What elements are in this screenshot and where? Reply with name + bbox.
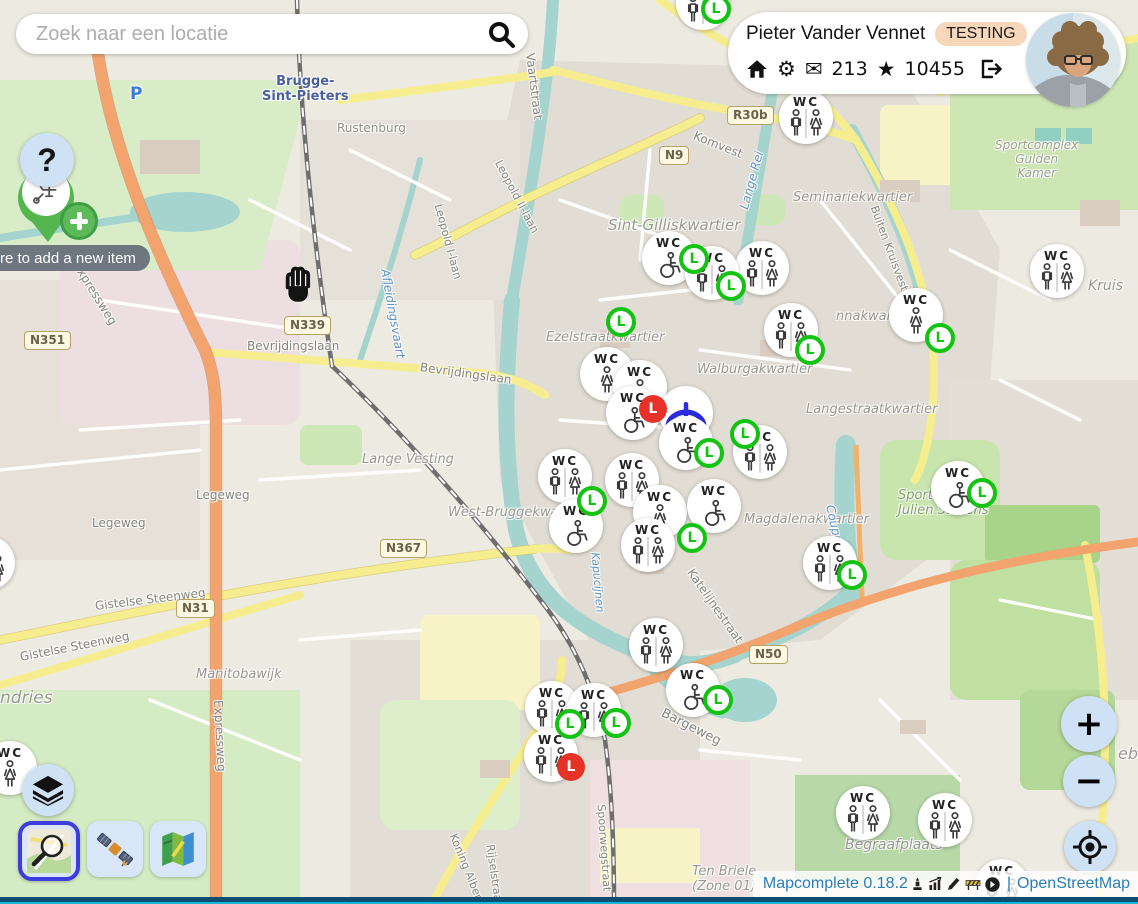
marker-wc-label: WC	[889, 293, 943, 307]
toilet-marker[interactable]: WCL	[659, 416, 713, 470]
zoom-in-button[interactable]: +	[1061, 696, 1117, 752]
style-map-button[interactable]	[150, 821, 206, 877]
toilet-marker[interactable]: WC	[1030, 244, 1084, 298]
changes-count: 10455	[905, 58, 965, 80]
opening-hours-badge: L	[703, 685, 733, 715]
pencil-icon[interactable]	[947, 877, 961, 891]
map-icon	[158, 829, 198, 869]
tooltip-text: re to add a new item	[0, 250, 136, 267]
opening-hours-badge: L	[677, 523, 707, 553]
opening-hours-badge: L	[577, 486, 607, 516]
opening-hours-badge: L	[925, 323, 955, 353]
logout-icon[interactable]	[980, 59, 1002, 79]
style-satellite-button[interactable]	[87, 821, 143, 877]
toilet-marker[interactable]: WC	[779, 90, 833, 144]
chart-icon[interactable]	[928, 877, 943, 891]
toilet-marker[interactable]: WC	[621, 518, 675, 572]
mail-icon[interactable]: ✉	[805, 59, 823, 80]
toilet-marker[interactable]: WCL	[931, 461, 985, 515]
toilet-marker[interactable]: WCL	[666, 663, 720, 717]
osm-link[interactable]: OpenStreetMap	[1017, 875, 1130, 893]
toilet-marker[interactable]: WC	[0, 536, 15, 590]
star-icon: ★	[877, 59, 896, 80]
mapcomplete-app: PBrugge- Sint-PietersRustenburgVaartstra…	[0, 0, 1138, 904]
toilet-marker[interactable]: WC	[918, 793, 972, 847]
marker-wc-label: WC	[567, 688, 621, 702]
search-icon[interactable]	[486, 19, 516, 49]
toilet-marker[interactable]: WCL	[803, 536, 857, 590]
opening-hours-badge: L	[601, 708, 631, 738]
geolocate-icon	[1073, 830, 1107, 864]
plus-icon	[60, 202, 98, 240]
home-icon[interactable]	[746, 59, 768, 79]
search-input[interactable]	[34, 22, 486, 47]
marker-wc-label: WC	[836, 791, 890, 805]
marker-wc-label: WC	[538, 454, 592, 468]
messages-count: 213	[831, 58, 867, 80]
opening-hours-badge: L	[639, 395, 667, 423]
marker-wc-label: WC	[659, 421, 713, 435]
gear-icon[interactable]: ⚙	[777, 59, 796, 80]
marker-wc-label: WC	[735, 246, 789, 260]
zoom-out-button[interactable]: −	[1063, 755, 1115, 807]
marker-wc-label: WC	[666, 668, 720, 682]
question-mark: ?	[37, 142, 57, 179]
hand-cursor-icon	[278, 264, 316, 306]
avatar[interactable]	[1026, 13, 1120, 107]
attribution-bar: Mapcomplete 0.18.2 | OpenStreetMap	[753, 871, 1138, 897]
user-name: Pieter Vander Vennet	[746, 23, 925, 45]
marker-wc-label: WC	[605, 458, 659, 472]
marker-wc-label: WC	[687, 484, 741, 498]
statue-icon[interactable]	[911, 877, 924, 892]
opening-hours-badge: L	[606, 307, 636, 337]
opening-hours-badge: L	[694, 438, 724, 468]
marker-wc-label: WC	[1030, 249, 1084, 263]
marker-wc-label: WC	[779, 95, 833, 109]
testing-badge: TESTING	[935, 22, 1026, 46]
layers-icon	[31, 774, 65, 806]
marker-wc-label: WC	[621, 523, 675, 537]
marker-wc-label: WC	[629, 623, 683, 637]
zoom-in-label: +	[1075, 704, 1104, 744]
opening-hours-badge: L	[837, 560, 867, 590]
marker-wc-label: WC	[613, 365, 667, 379]
search-bar	[16, 14, 528, 54]
toilet-marker[interactable]: WC	[836, 786, 890, 840]
marker-wc-label: WC	[764, 308, 818, 322]
opening-hours-badge: L	[557, 753, 585, 781]
opening-hours-badge: L	[730, 419, 760, 449]
toilet-marker[interactable]: WCL	[889, 288, 943, 342]
markers-layer: WCLWCWCWCWCLWCLWCLLWCLWCWCWCLWCLWCLWCLWC…	[0, 0, 1138, 904]
satellite-icon	[94, 828, 136, 870]
opening-hours-badge: L	[555, 709, 585, 739]
app-version[interactable]: Mapcomplete 0.18.2	[763, 875, 908, 893]
layers-button[interactable]	[22, 764, 74, 816]
marker-wc-label: WC	[0, 541, 15, 555]
toilet-marker[interactable]: WCL	[764, 303, 818, 357]
marker-wc-label: WC	[0, 746, 37, 760]
opening-hours-badge: L	[795, 335, 825, 365]
marker-wc-label: WC	[633, 490, 687, 504]
toilet-marker[interactable]: WC	[629, 618, 683, 672]
geolocate-button[interactable]	[1064, 821, 1116, 873]
arrow-circle-icon[interactable]	[985, 877, 1000, 892]
opening-hours-badge: L	[716, 271, 746, 301]
marker-wc-label: WC	[803, 541, 857, 555]
attribution-separator: |	[1007, 875, 1011, 893]
add-item-tooltip: re to add a new item	[0, 245, 150, 271]
osm-carto-icon	[27, 829, 71, 873]
opening-hours-badge: L	[701, 0, 731, 24]
zoom-out-label: −	[1075, 761, 1104, 801]
marker-wc-label: WC	[918, 798, 972, 812]
help-button[interactable]: ?	[20, 133, 74, 187]
background-layer-switcher	[18, 821, 206, 881]
style-osm-carto-button[interactable]	[18, 821, 80, 881]
opening-hours-badge: L	[679, 244, 709, 274]
opening-hours-badge: L	[967, 478, 997, 508]
construction-icon[interactable]	[965, 877, 981, 891]
bottom-progress-strip	[0, 897, 1138, 904]
